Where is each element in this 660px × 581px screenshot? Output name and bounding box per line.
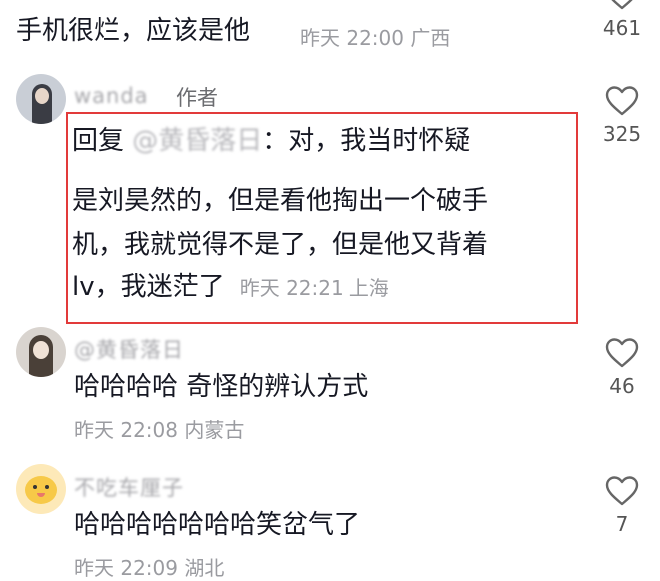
like-button[interactable]: 325: [592, 86, 652, 146]
avatar[interactable]: [16, 327, 66, 377]
comment-time: 昨天 22:21: [239, 276, 344, 300]
heart-icon: [605, 338, 639, 368]
avatar[interactable]: [16, 74, 66, 124]
avatar[interactable]: [16, 464, 66, 514]
comment-last-line: lv，我迷茫了 昨天 22:21 上海: [72, 270, 389, 304]
comment-text-line: 回复 @黄昏落日：对，我当时怀疑: [72, 124, 470, 158]
comment-time: 昨天 22:00: [300, 26, 404, 50]
reply-prefix: 回复: [72, 126, 125, 156]
comment-text: 哈哈哈哈 奇怪的辨认方式: [74, 372, 369, 402]
comment-meta: 昨天 22:08 内蒙古: [74, 414, 244, 443]
comment-text: 手机很烂，应该是他: [16, 16, 251, 46]
comment-username[interactable]: @黄昏落日: [74, 334, 184, 364]
comment-location: 上海: [348, 276, 389, 300]
like-count: 7: [615, 512, 629, 536]
mention-link[interactable]: @黄昏落日: [132, 126, 262, 156]
like-count: 46: [609, 374, 635, 398]
comment-text-part: ：对，我当时怀疑: [262, 126, 471, 156]
like-button[interactable]: 46: [592, 338, 652, 398]
comment-meta: 昨天 22:00 广西: [300, 22, 450, 51]
comment-time: 昨天 22:09: [74, 556, 178, 580]
heart-icon: [611, 0, 633, 10]
like-count: 461: [602, 16, 642, 40]
comment-username[interactable]: wanda: [74, 84, 149, 108]
heart-icon: [605, 476, 639, 506]
like-count: 325: [602, 122, 642, 146]
comment-username[interactable]: 不吃车厘子: [74, 472, 184, 502]
comment-location: 湖北: [184, 556, 225, 580]
comment-text-line: 机，我就觉得不是了，但是他又背着: [72, 230, 489, 260]
comment-text-line: 是刘昊然的，但是看他掏出一个破手: [72, 186, 489, 216]
like-button[interactable]: 461: [592, 0, 652, 40]
comment-location: 内蒙古: [184, 418, 245, 442]
comment-location: 广西: [410, 26, 451, 50]
author-tag: 作者: [176, 86, 218, 110]
comment-text-line: lv，我迷茫了: [72, 272, 225, 302]
comment-text: 哈哈哈哈哈哈哈笑岔气了: [74, 510, 361, 540]
comment-time: 昨天 22:08: [74, 418, 178, 442]
heart-icon: [605, 86, 639, 116]
comment-meta: 昨天 22:09 湖北: [74, 552, 224, 581]
like-button[interactable]: 7: [592, 476, 652, 536]
